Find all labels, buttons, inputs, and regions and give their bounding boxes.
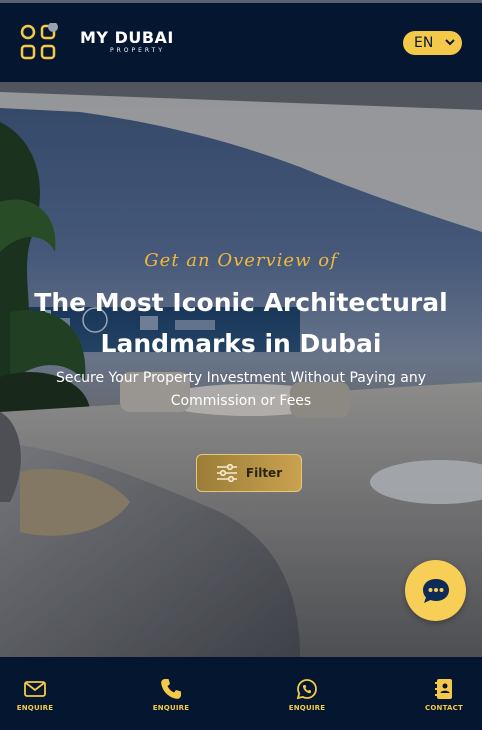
- nav-label: ENQUIRE: [152, 704, 190, 712]
- nav-enquire-whatsapp[interactable]: ENQUIRE: [267, 677, 347, 712]
- chat-bubble-icon: [422, 578, 449, 603]
- subline-line-2: Commission or Fees: [170, 393, 312, 409]
- hero-eyebrow: Get an Overview of: [144, 250, 338, 271]
- nav-label: ENQUIRE: [16, 704, 54, 712]
- hero-section: Get an Overview of The Most Iconic Archi…: [0, 82, 482, 657]
- subline-line-1: Secure Your Property Investment Without …: [55, 370, 427, 386]
- contact-book-icon: [435, 679, 452, 699]
- envelope-icon: [24, 681, 46, 697]
- logo-icon[interactable]: [20, 23, 58, 61]
- site-header: MY DUBAI PROPERTY EN: [0, 3, 482, 82]
- headline-line-2: Landmarks in Dubai: [100, 329, 382, 358]
- chevron-down-icon: [445, 39, 455, 46]
- nav-enquire-email[interactable]: ENQUIRE: [0, 677, 75, 712]
- phone-icon: [161, 679, 181, 699]
- nav-label: ENQUIRE: [288, 704, 326, 712]
- logo-title: MY DUBAI: [80, 28, 174, 47]
- whatsapp-icon: [296, 679, 317, 700]
- filter-label: Filter: [245, 466, 283, 480]
- language-select[interactable]: EN: [403, 31, 462, 55]
- filter-button[interactable]: Filter: [196, 454, 302, 492]
- nav-enquire-phone[interactable]: ENQUIRE: [131, 677, 211, 712]
- sliders-icon: [216, 464, 237, 482]
- bottom-navigation: ENQUIRE ENQUIRE ENQUIRE CONTACT: [0, 657, 482, 730]
- headline-line-1: The Most Iconic Architectural: [34, 288, 448, 317]
- nav-label: CONTACT: [425, 704, 463, 712]
- logo-text[interactable]: MY DUBAI PROPERTY: [80, 28, 174, 55]
- hero-headline: The Most Iconic Architectural Landmarks …: [30, 282, 452, 364]
- chat-button[interactable]: [405, 560, 466, 621]
- logo-subtitle: PROPERTY: [110, 47, 165, 54]
- hero-subline: Secure Your Property Investment Without …: [36, 367, 446, 413]
- language-value: EN: [414, 35, 434, 51]
- nav-contact[interactable]: CONTACT: [404, 677, 482, 712]
